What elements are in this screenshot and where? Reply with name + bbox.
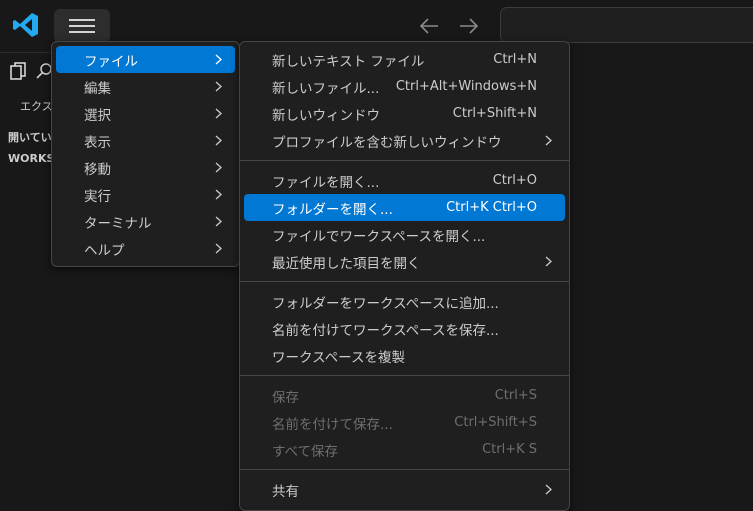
menu-item-view[interactable]: 表示 (56, 127, 235, 154)
files-icon[interactable] (8, 61, 28, 81)
menu-item-label: すべて保存 (272, 443, 339, 460)
command-center[interactable] (500, 7, 753, 43)
menu-item-help[interactable]: ヘルプ (56, 235, 235, 262)
menu-item-label: 保存 (272, 389, 299, 406)
menu-item-edit[interactable]: 編集 (56, 73, 235, 100)
keybinding: Ctrl+K S (482, 442, 537, 457)
menu-item-label: 新しいウィンドウ (272, 107, 380, 124)
menu-item-label: プロファイルを含む新しいウィンドウ (272, 134, 502, 151)
menu-item-save-workspace-as[interactable]: 名前を付けてワークスペースを保存... (244, 315, 565, 342)
keybinding: Ctrl+N (493, 52, 537, 67)
chevron-right-icon (545, 256, 552, 267)
section-open-editors[interactable]: 開いているエディター (4, 129, 56, 145)
menu-item-label: フォルダーをワークスペースに追加... (272, 295, 499, 312)
menu-item-label: 新しいテキスト ファイル (272, 53, 425, 70)
menu-item-label: 実行 (84, 188, 111, 205)
chevron-right-icon (215, 243, 222, 254)
section-workspace[interactable]: WORKSPACE (4, 152, 56, 165)
keybinding: Ctrl+Shift+S (454, 415, 537, 430)
menu-item-label: 名前を付けて保存... (272, 416, 393, 433)
chevron-right-icon (215, 54, 222, 65)
menu-item-file[interactable]: ファイル (56, 46, 235, 73)
menu-item-label: 共有 (272, 483, 299, 500)
menu-item-share[interactable]: 共有 (244, 476, 565, 503)
menu-item-open-recent[interactable]: 最近使用した項目を開く (244, 248, 565, 275)
menu-separator (240, 160, 569, 161)
menu-item-label: 表示 (84, 134, 111, 151)
menu-item-open-file[interactable]: ファイルを開く... Ctrl+O (244, 167, 565, 194)
menu-item-new-window[interactable]: 新しいウィンドウ Ctrl+Shift+N (244, 100, 565, 127)
menu-item-run[interactable]: 実行 (56, 181, 235, 208)
menu-item-label: 最近使用した項目を開く (272, 255, 421, 272)
menu-separator (240, 375, 569, 376)
section-label: 開いているエディター (8, 131, 56, 144)
file-submenu: 新しいテキスト ファイル Ctrl+N 新しいファイル... Ctrl+Alt+… (239, 41, 570, 511)
chevron-right-icon (215, 216, 222, 227)
menu-item-label: 名前を付けてワークスペースを保存... (272, 322, 499, 339)
menu-item-new-text-file[interactable]: 新しいテキスト ファイル Ctrl+N (244, 46, 565, 73)
menu-item-label: ファイルでワークスペースを開く... (272, 228, 486, 245)
menu-item-terminal[interactable]: ターミナル (56, 208, 235, 235)
keybinding: Ctrl+O (492, 173, 537, 188)
chevron-right-icon (215, 135, 222, 146)
menu-item-selection[interactable]: 選択 (56, 100, 235, 127)
arrow-right-icon[interactable] (458, 15, 480, 37)
menu-item-go[interactable]: 移動 (56, 154, 235, 181)
menu-item-label: 選択 (84, 107, 111, 124)
menu-item-new-window-with-profile[interactable]: プロファイルを含む新しいウィンドウ (244, 127, 565, 154)
menu-item-open-workspace-from-file[interactable]: ファイルでワークスペースを開く... (244, 221, 565, 248)
menu-item-duplicate-workspace[interactable]: ワークスペースを複製 (244, 342, 565, 369)
menu-item-save[interactable]: 保存 Ctrl+S (244, 382, 565, 409)
menu-item-save-as[interactable]: 名前を付けて保存... Ctrl+Shift+S (244, 409, 565, 436)
menu-item-label: ファイルを開く... (272, 174, 380, 191)
menu-item-label: ファイル (84, 53, 138, 70)
menu-item-label: 移動 (84, 161, 111, 178)
menu-item-label: ターミナル (84, 215, 152, 232)
chevron-right-icon (215, 108, 222, 119)
chevron-right-icon (545, 135, 552, 146)
menu-separator (240, 469, 569, 470)
menu-item-label: ワークスペースを複製 (272, 349, 405, 366)
menu-item-add-folder-to-workspace[interactable]: フォルダーをワークスペースに追加... (244, 288, 565, 315)
arrow-left-icon[interactable] (418, 15, 440, 37)
vscode-logo-icon[interactable] (12, 11, 40, 39)
chevron-right-icon (545, 484, 552, 495)
keybinding: Ctrl+Alt+Windows+N (395, 79, 537, 94)
keybinding: Ctrl+K Ctrl+O (446, 200, 537, 215)
menu-separator (240, 281, 569, 282)
chevron-right-icon (215, 189, 222, 200)
chevron-right-icon (215, 81, 222, 92)
hamburger-menu-icon (69, 19, 95, 33)
menu-item-label: ヘルプ (84, 242, 125, 259)
section-label: WORKSPACE (8, 152, 56, 165)
menu-item-label: 編集 (84, 80, 111, 97)
keybinding: Ctrl+S (494, 388, 537, 403)
menu-item-save-all[interactable]: すべて保存 Ctrl+K S (244, 436, 565, 463)
chevron-right-icon (215, 162, 222, 173)
menu-item-label: フォルダーを開く... (272, 201, 393, 218)
menu-button[interactable] (54, 9, 110, 43)
menu-item-new-file[interactable]: 新しいファイル... Ctrl+Alt+Windows+N (244, 73, 565, 100)
menu-item-open-folder[interactable]: フォルダーを開く... Ctrl+K Ctrl+O (244, 194, 565, 221)
menu-item-label: 新しいファイル... (272, 80, 380, 97)
main-menu: ファイル 編集 選択 表示 移動 実行 ターミナル ヘルプ (51, 41, 240, 267)
keybinding: Ctrl+Shift+N (452, 106, 537, 121)
